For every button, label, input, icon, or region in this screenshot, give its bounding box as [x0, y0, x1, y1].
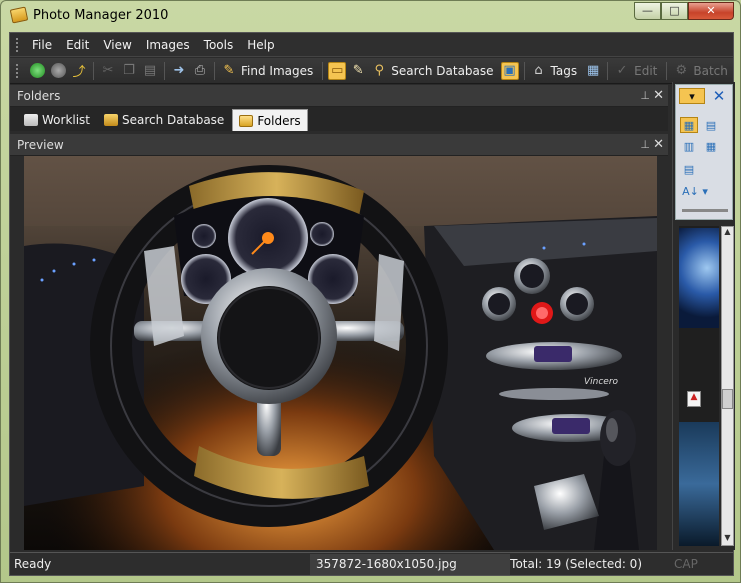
pin-icon[interactable]: ⊥ — [640, 85, 650, 107]
folders-panel-header: Folders ⊥ ✕ — [10, 85, 668, 107]
folder-icon — [239, 114, 254, 127]
find-images-button[interactable]: Find Images — [241, 64, 313, 78]
tab-worklist[interactable]: Worklist — [18, 109, 96, 131]
edit-button[interactable]: Edit — [634, 64, 657, 78]
status-cap: CAP — [674, 557, 698, 571]
tab-folders[interactable]: Folders — [232, 109, 308, 131]
thumbnail-list[interactable]: ▲ — [679, 226, 719, 546]
minimize-button[interactable]: — — [634, 2, 661, 20]
forward-icon[interactable] — [49, 62, 67, 80]
thumbnail-ocean[interactable] — [679, 422, 719, 546]
folders-tabs: Worklist Search Database Folders — [10, 107, 668, 131]
print-icon[interactable]: ⎙ — [191, 62, 209, 80]
copy-icon[interactable]: ❐ — [120, 62, 138, 80]
app-logo-icon — [9, 6, 29, 24]
close-panel-icon[interactable]: ✕ — [653, 134, 664, 156]
toolbar-separator — [607, 61, 609, 80]
paste-icon[interactable]: ▤ — [141, 62, 159, 80]
app-window: Photo Manager 2010 — □ ✕ File Edit View … — [0, 0, 741, 583]
car-dashboard-photo: Vincero — [24, 156, 657, 550]
menu-tools[interactable]: Tools — [197, 33, 241, 57]
view-list-icon[interactable]: ▤ — [680, 161, 698, 177]
thumbnail-toolbar: ▾ ✕ ▦ ▤ ▥ ▦ ▤ A↓ ▾ — [675, 84, 733, 220]
view-tiles-icon[interactable]: ▥ — [680, 138, 698, 154]
sort-icon[interactable]: A↓ ▾ — [680, 183, 710, 199]
batch-button[interactable]: Batch — [693, 64, 728, 78]
dropdown-folder-icon[interactable]: ▾ — [679, 88, 705, 104]
scroll-thumb[interactable] — [722, 389, 733, 409]
view-details-icon[interactable]: ▤ — [702, 117, 720, 133]
preview-panel-header: Preview ⊥ ✕ — [10, 134, 668, 156]
tags-icon[interactable]: ⌂ — [530, 62, 548, 80]
edit-icon[interactable]: ✓ — [613, 62, 631, 80]
tab-folders-label: Folders — [257, 113, 301, 128]
toolbar-separator — [322, 61, 324, 80]
zoom-slider[interactable] — [682, 209, 728, 212]
menu-edit[interactable]: Edit — [59, 33, 96, 57]
close-panel-icon[interactable]: ✕ — [653, 85, 664, 107]
main-toolbar: ⤴ ✂ ❐ ▤ ➜ ⎙ ✎ Find Images ▭ ✎ ⚲ Search D… — [10, 58, 733, 84]
batch-icon[interactable]: ⚙ — [672, 62, 690, 80]
search-icon — [104, 114, 119, 126]
window-title: Photo Manager 2010 — [33, 8, 169, 23]
thumbnail-scrollbar[interactable]: ▲ ▼ — [721, 226, 734, 546]
view-icons-icon[interactable]: ▦ — [702, 138, 720, 154]
client-area: File Edit View Images Tools Help ⤴ ✂ ❐ ▤… — [9, 32, 735, 576]
menu-file[interactable]: File — [25, 33, 59, 57]
worklist-icon[interactable]: ✎ — [349, 62, 367, 80]
close-button[interactable]: ✕ — [688, 2, 734, 20]
preview-image[interactable]: Vincero — [24, 156, 657, 550]
open-icon[interactable]: ➜ — [170, 62, 188, 80]
menu-help[interactable]: Help — [240, 33, 281, 57]
tags-button[interactable]: Tags — [551, 64, 578, 78]
status-ready: Ready — [14, 557, 52, 571]
table-icon[interactable]: ▦ — [584, 62, 602, 80]
toolbar-grip-icon[interactable] — [16, 63, 19, 78]
svg-text:Vincero: Vincero — [584, 377, 619, 387]
maximize-button[interactable]: □ — [661, 2, 688, 20]
status-total: Total: 19 (Selected: 0) — [510, 557, 642, 571]
tab-worklist-label: Worklist — [42, 113, 91, 127]
scroll-up-icon[interactable]: ▲ — [722, 227, 733, 239]
scroll-down-icon[interactable]: ▼ — [722, 533, 733, 545]
toolbar-separator — [214, 61, 215, 80]
menu-view[interactable]: View — [96, 33, 138, 57]
folders-toggle-icon[interactable]: ▭ — [328, 61, 347, 80]
menu-bar: File Edit View Images Tools Help — [10, 33, 733, 57]
status-bar: Ready 357872-1680x1050.jpg Total: 19 (Se… — [10, 552, 733, 575]
menu-grip-icon[interactable] — [16, 37, 19, 52]
title-bar: Photo Manager 2010 — □ ✕ — [1, 1, 740, 31]
up-folder-icon[interactable]: ⤴ — [70, 62, 88, 80]
thumbnail-strip: ▾ ✕ ▦ ▤ ▥ ▦ ▤ A↓ ▾ ▲ ▲ ▼ — [672, 82, 735, 550]
preview-panel-title: Preview — [17, 138, 64, 152]
tab-search-database[interactable]: Search Database — [98, 109, 230, 131]
thumbnail-document-icon[interactable]: ▲ — [687, 391, 701, 407]
thumbnail-earth[interactable] — [679, 228, 719, 328]
menu-images[interactable]: Images — [139, 33, 197, 57]
toolbar-separator — [523, 61, 525, 80]
toolbar-separator — [93, 61, 94, 80]
worklist-icon — [24, 114, 38, 126]
toolbar-separator — [164, 61, 165, 80]
find-images-icon[interactable]: ✎ — [220, 62, 238, 80]
back-icon[interactable] — [28, 62, 46, 80]
search-database-icon[interactable]: ⚲ — [370, 62, 388, 80]
search-database-button[interactable]: Search Database — [391, 64, 493, 78]
view-thumbnails-icon[interactable]: ▦ — [680, 117, 698, 133]
tab-search-database-label: Search Database — [122, 113, 225, 127]
close-view-icon[interactable]: ✕ — [710, 87, 728, 105]
cut-icon[interactable]: ✂ — [99, 62, 117, 80]
toolbar-separator — [666, 61, 668, 80]
pin-icon[interactable]: ⊥ — [640, 134, 650, 156]
status-filename: 357872-1680x1050.jpg — [310, 553, 510, 575]
folders-panel-title: Folders — [17, 89, 61, 103]
preview-toggle-icon[interactable]: ▣ — [500, 61, 519, 80]
